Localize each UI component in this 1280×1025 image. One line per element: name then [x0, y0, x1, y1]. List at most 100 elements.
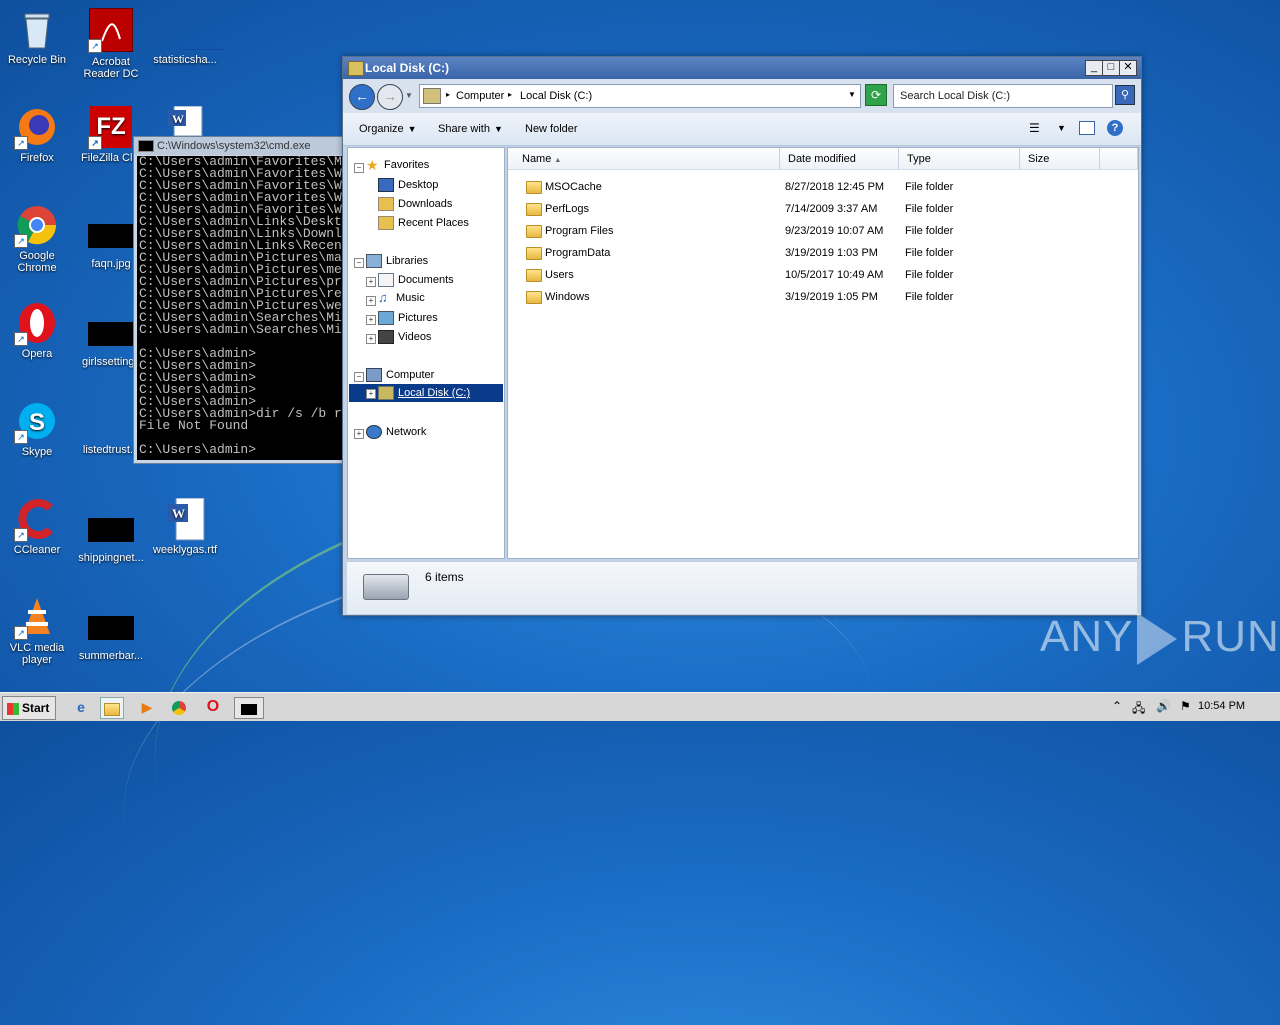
- nav-recent-places[interactable]: Recent Places: [378, 216, 469, 230]
- share-with-button[interactable]: Share with ▼: [438, 123, 503, 135]
- address-bar[interactable]: ▸ Computer ▸ Local Disk (C:) ▼: [419, 84, 861, 108]
- chrome-icon[interactable]: [168, 697, 190, 717]
- explorer-taskbar-icon[interactable]: [100, 697, 124, 719]
- chevron-down-icon[interactable]: ▼: [1057, 123, 1066, 133]
- list-item[interactable]: PerfLogs 7/14/2009 3:37 AM File folder: [508, 198, 1138, 220]
- desktop-icon-firefox[interactable]: ↗ Firefox: [0, 106, 74, 164]
- desktop-icon-acrobat[interactable]: ↗ Acrobat Reader DC: [74, 8, 148, 80]
- column-label: Type: [907, 153, 931, 165]
- documents-icon: [378, 273, 394, 287]
- desktop-icon-ccleaner[interactable]: ↗ CCleaner: [0, 498, 74, 556]
- column-header-type[interactable]: Type: [899, 148, 1020, 170]
- breadcrumb-computer[interactable]: Computer: [456, 90, 504, 102]
- volume-icon[interactable]: 🔊: [1156, 699, 1171, 713]
- cmd-title-bar[interactable]: C:\Windows\system32\cmd.exe: [134, 137, 346, 155]
- nav-music[interactable]: ♫ Music: [378, 291, 425, 304]
- item-date: 3/19/2019 1:03 PM: [785, 247, 878, 259]
- desktop-icon-weeklygas[interactable]: W weeklygas.rtf: [148, 497, 222, 556]
- organize-label: Organize: [359, 123, 404, 135]
- list-item[interactable]: ProgramData 3/19/2019 1:03 PM File folde…: [508, 242, 1138, 264]
- acrobat-icon: ↗: [88, 8, 133, 53]
- desktop-icon-label: Firefox: [20, 152, 54, 164]
- expand-toggle-icon[interactable]: +: [366, 296, 376, 306]
- history-dropdown-icon[interactable]: ▼: [405, 91, 413, 100]
- refresh-button[interactable]: ⟳: [865, 84, 887, 106]
- navigation-pane[interactable]: − ★ Favorites Desktop Downloads Recent Pl…: [347, 147, 505, 559]
- minimize-button[interactable]: _: [1085, 60, 1103, 76]
- nav-label: Favorites: [384, 159, 430, 171]
- list-item[interactable]: Program Files 9/23/2019 10:07 AM File fo…: [508, 220, 1138, 242]
- collapse-toggle-icon[interactable]: −: [354, 163, 364, 173]
- nav-pictures[interactable]: Pictures: [378, 311, 438, 325]
- desktop-icon-vlc[interactable]: ↗ VLC media player: [0, 596, 74, 666]
- column-header-date-modified[interactable]: Date modified: [780, 148, 899, 170]
- expand-toggle-icon[interactable]: +: [366, 315, 376, 325]
- expand-toggle-icon[interactable]: +: [366, 389, 376, 399]
- desktop-icon-skype[interactable]: S ↗ Skype: [0, 400, 74, 458]
- computer-icon: [423, 88, 441, 104]
- desktop-icon-statisticsha[interactable]: statisticsha...: [148, 8, 224, 66]
- list-item[interactable]: Windows 3/19/2019 1:05 PM File folder: [508, 286, 1138, 308]
- breadcrumb-local-disk[interactable]: Local Disk (C:): [520, 90, 592, 102]
- shortcut-arrow-icon: ↗: [14, 332, 28, 346]
- expand-toggle-icon[interactable]: +: [366, 334, 376, 344]
- start-button[interactable]: Start: [2, 696, 56, 720]
- column-header-size[interactable]: Size: [1020, 148, 1100, 170]
- nav-local-disk[interactable]: Local Disk (C:): [378, 386, 470, 400]
- show-hidden-icons-icon[interactable]: ⌃: [1112, 699, 1122, 713]
- search-input[interactable]: Search Local Disk (C:): [893, 84, 1113, 108]
- search-icon[interactable]: ⚲: [1115, 85, 1135, 105]
- drive-icon: [348, 61, 364, 76]
- cmd-window[interactable]: C:\Windows\system32\cmd.exe C:\Users\adm…: [133, 136, 347, 464]
- collapse-toggle-icon[interactable]: −: [354, 372, 364, 382]
- desktop-icon-recycle-bin[interactable]: Recycle Bin: [0, 8, 74, 66]
- nav-computer[interactable]: Computer: [366, 368, 434, 382]
- nav-libraries[interactable]: Libraries: [366, 254, 428, 268]
- expand-toggle-icon[interactable]: +: [366, 277, 376, 287]
- action-center-flag-icon[interactable]: ⚑: [1180, 699, 1191, 713]
- address-dropdown-icon[interactable]: ▼: [848, 90, 856, 99]
- nav-documents[interactable]: Documents: [378, 273, 454, 287]
- organize-button[interactable]: Organize ▼: [359, 123, 417, 135]
- cmd-taskbar-icon[interactable]: [234, 697, 264, 719]
- list-item[interactable]: Users 10/5/2017 10:49 AM File folder: [508, 264, 1138, 286]
- list-item[interactable]: MSOCache 8/27/2018 12:45 PM File folder: [508, 176, 1138, 198]
- desktop-icon-shippingnet[interactable]: shippingnet...: [74, 504, 148, 564]
- shortcut-arrow-icon: ↗: [14, 528, 28, 542]
- internet-explorer-icon[interactable]: e: [70, 697, 92, 717]
- file-list[interactable]: Name ▲ Date modified Type Size MSOCache …: [507, 147, 1139, 559]
- view-options-icon[interactable]: ☰: [1029, 121, 1040, 135]
- network-tray-icon[interactable]: 🖧: [1132, 699, 1145, 720]
- watermark-text: ANY: [1040, 612, 1134, 661]
- new-folder-button[interactable]: New folder: [525, 123, 578, 135]
- chrome-icon: ↗: [14, 204, 58, 248]
- media-player-icon[interactable]: ▶: [136, 697, 158, 717]
- expand-toggle-icon[interactable]: +: [354, 429, 364, 439]
- preview-pane-icon[interactable]: [1079, 121, 1095, 135]
- forward-button[interactable]: →: [377, 84, 403, 110]
- nav-downloads[interactable]: Downloads: [378, 197, 452, 211]
- nav-network[interactable]: Network: [366, 425, 426, 439]
- drive-icon: [378, 386, 394, 400]
- back-button[interactable]: ←: [349, 84, 375, 110]
- breadcrumb-separator-icon: ▸: [446, 90, 451, 99]
- item-date: 10/5/2017 10:49 AM: [785, 269, 884, 281]
- explorer-title-bar[interactable]: Local Disk (C:) _ □ ✕: [343, 57, 1141, 79]
- opera-icon[interactable]: O: [202, 697, 224, 717]
- desktop-icon-opera[interactable]: ↗ Opera: [0, 302, 74, 360]
- maximize-button[interactable]: □: [1102, 60, 1120, 76]
- item-type: File folder: [905, 269, 954, 281]
- explorer-window[interactable]: Local Disk (C:) _ □ ✕ ← → ▼ ▸ Computer ▸…: [342, 56, 1142, 616]
- nav-desktop[interactable]: Desktop: [378, 178, 438, 192]
- cmd-output[interactable]: C:\Users\admin\Favorites\M C:\Users\admi…: [137, 156, 346, 460]
- close-button[interactable]: ✕: [1119, 60, 1137, 76]
- nav-videos[interactable]: Videos: [378, 330, 431, 344]
- desktop-icon-label: shippingnet...: [78, 552, 144, 564]
- desktop-icon-chrome[interactable]: ↗ Google Chrome: [0, 204, 74, 274]
- nav-favorites[interactable]: ★ Favorites: [366, 158, 430, 172]
- collapse-toggle-icon[interactable]: −: [354, 258, 364, 268]
- column-header-name[interactable]: Name ▲: [508, 148, 780, 170]
- desktop-icon-summerbar[interactable]: summerbar...: [74, 602, 148, 662]
- clock[interactable]: 10:54 PM: [1198, 700, 1245, 712]
- help-icon[interactable]: ?: [1107, 120, 1123, 136]
